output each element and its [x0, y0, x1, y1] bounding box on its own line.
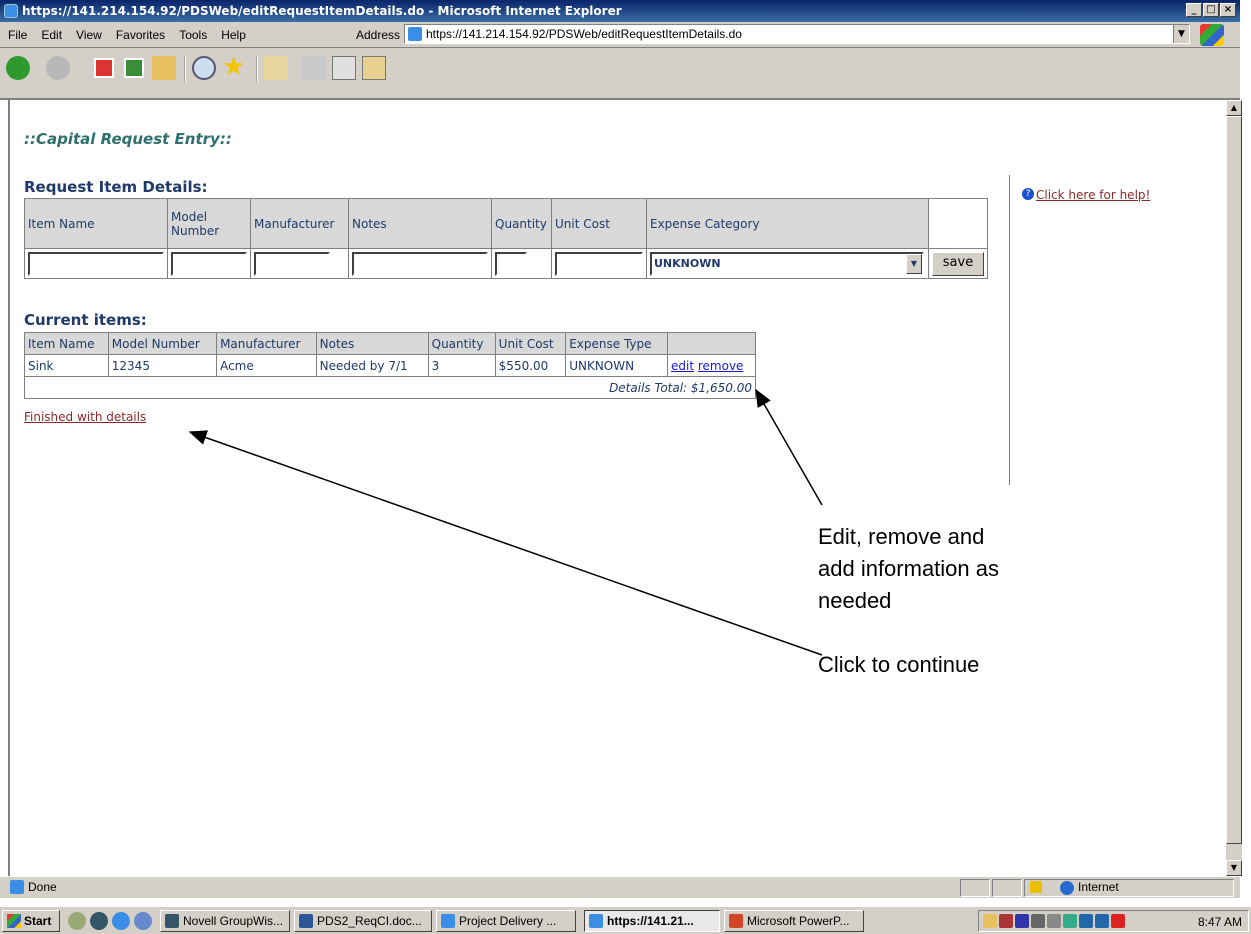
task-browser-active[interactable]: https://141.21... [584, 910, 720, 932]
quicklaunch-icon[interactable] [68, 912, 86, 930]
clock: 8:47 AM [1197, 915, 1242, 929]
lock-icon [1030, 881, 1042, 893]
quicklaunch-ie-icon[interactable] [112, 912, 130, 930]
tray-icon[interactable] [1047, 914, 1061, 928]
status-panel-2 [992, 879, 1022, 897]
tray-icon[interactable] [1079, 914, 1093, 928]
task-label: Microsoft PowerP... [747, 914, 850, 928]
system-tray: 8:47 AM [978, 910, 1249, 932]
quicklaunch-icon[interactable] [134, 912, 152, 930]
tray-icon[interactable] [999, 914, 1013, 928]
task-project-delivery[interactable]: Project Delivery ... [436, 910, 576, 932]
arrow-to-finished [188, 430, 823, 656]
task-groupwise[interactable]: Novell GroupWis... [160, 910, 290, 932]
start-button[interactable]: Start [2, 910, 60, 932]
taskbar: Start Novell GroupWis... PDS2_ReqCI.doc.… [0, 906, 1251, 934]
globe-icon [1060, 881, 1074, 895]
status-panel-zone [1024, 879, 1234, 897]
powerpoint-icon [729, 914, 743, 928]
zone-text: Internet [1078, 880, 1119, 894]
tray-icon[interactable] [1031, 914, 1045, 928]
tray-icon[interactable] [983, 914, 997, 928]
word-icon [299, 914, 313, 928]
quicklaunch-icon[interactable] [90, 912, 108, 930]
status-bar: Done Internet [0, 876, 1240, 898]
tray-icon[interactable] [1015, 914, 1029, 928]
ie-icon [441, 914, 455, 928]
tray-icon[interactable] [1111, 914, 1125, 928]
tray-icon[interactable] [1063, 914, 1077, 928]
annotation-arrows [188, 388, 823, 656]
task-label: Novell GroupWis... [183, 914, 284, 928]
ie-icon [589, 914, 603, 928]
tray-icon[interactable] [1095, 914, 1109, 928]
status-panel-1 [960, 879, 990, 897]
start-label: Start [24, 914, 52, 928]
task-label: PDS2_ReqCI.doc... [317, 914, 422, 928]
arrow-to-edit-remove [755, 388, 823, 506]
status-text: Done [28, 880, 57, 894]
task-label: Project Delivery ... [459, 914, 557, 928]
task-label: https://141.21... [607, 914, 694, 928]
page-status-icon [10, 880, 24, 894]
task-powerpoint[interactable]: Microsoft PowerP... [724, 910, 864, 932]
windows-flag-icon [7, 914, 21, 928]
groupwise-icon [165, 914, 179, 928]
task-word-doc[interactable]: PDS2_ReqCI.doc... [294, 910, 432, 932]
